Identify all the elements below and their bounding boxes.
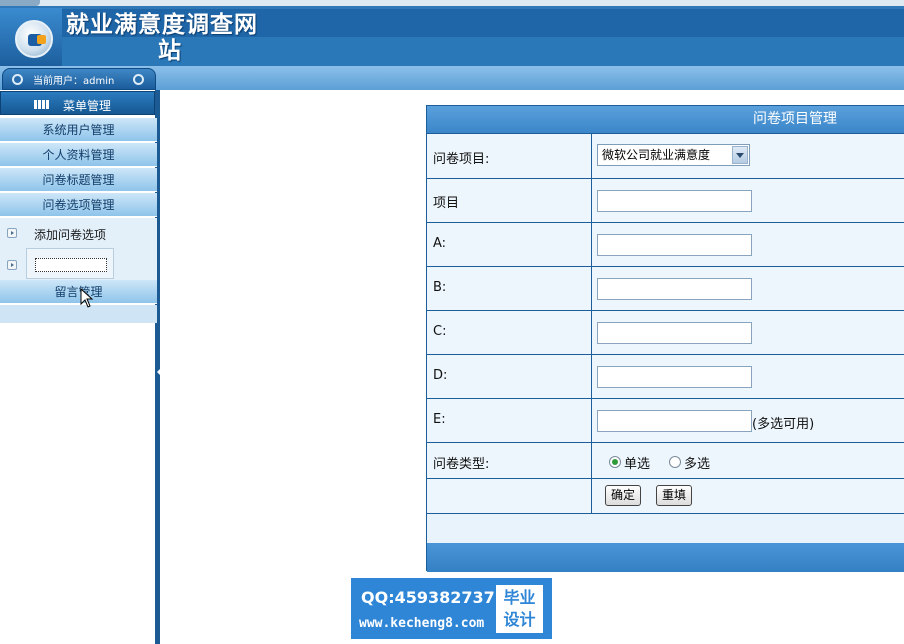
option-b-label: B: xyxy=(433,280,447,295)
row-option-d: D: xyxy=(427,354,904,398)
multi-choice-radio[interactable] xyxy=(669,456,681,468)
sidebar-item-messages[interactable]: 留言管理 xyxy=(0,280,157,304)
grid-icon xyxy=(34,100,49,109)
add-questionnaire-option-link[interactable]: 添加问卷选项 xyxy=(34,226,106,243)
option-e-input[interactable] xyxy=(597,410,752,432)
questionnaire-label: 问卷项目: xyxy=(433,152,490,167)
confirm-button[interactable]: 确定 xyxy=(605,485,642,506)
row-questionnaire: 问卷项目: 微软公司就业满意度 xyxy=(427,133,904,178)
row-option-c: C: xyxy=(427,310,904,354)
single-choice-label[interactable]: 单选 xyxy=(624,453,650,472)
multi-choice-label[interactable]: 多选 xyxy=(684,453,710,472)
column-divider xyxy=(591,479,592,513)
row-option-a: A: xyxy=(427,222,904,266)
single-choice-radio[interactable] xyxy=(609,456,621,468)
logo-block xyxy=(0,8,62,66)
column-divider xyxy=(591,267,592,310)
questionnaire-type-label: 问卷类型: xyxy=(433,457,490,472)
current-user-tab: 当前用户：admin xyxy=(2,68,156,90)
site-title-line1: 就业满意度调查网 xyxy=(66,11,258,38)
option-a-label: A: xyxy=(433,236,447,251)
submenu-questionnaire-options: 添加问卷选项 xyxy=(0,218,157,281)
menu-header[interactable]: 菜单管理 xyxy=(0,91,155,115)
row-option-e: E: (多选可用) xyxy=(427,398,904,442)
questionnaire-select[interactable]: 微软公司就业满意度 xyxy=(597,144,750,166)
ring-icon xyxy=(12,74,23,85)
panel-title: 问卷项目管理 xyxy=(753,111,837,127)
option-e-note: (多选可用) xyxy=(752,417,815,432)
watermark-badge: 毕业 设计 xyxy=(496,585,543,633)
watermark-badge-line2: 设计 xyxy=(503,610,536,629)
option-c-input[interactable] xyxy=(597,322,752,344)
sidebar-item-system-users[interactable]: 系统用户管理 xyxy=(0,118,157,142)
option-c-label: C: xyxy=(433,324,447,339)
sidebar-item-questionnaire-options[interactable]: 问卷选项管理 xyxy=(0,193,157,217)
row-actions: 确定 重填 xyxy=(427,478,904,514)
row-option-b: B: xyxy=(427,266,904,310)
watermark-qq: QQ:459382737 xyxy=(361,588,495,607)
column-divider xyxy=(591,311,592,354)
row-item: 项目 xyxy=(427,178,904,222)
sidebar-footer xyxy=(0,305,157,323)
reset-button[interactable]: 重填 xyxy=(656,485,693,506)
sidebar-item-profile[interactable]: 个人资料管理 xyxy=(0,143,157,167)
site-header: 就业满意度调查网 站 xyxy=(0,0,904,66)
item-label: 项目 xyxy=(433,196,460,211)
chevron-down-icon[interactable] xyxy=(732,146,748,164)
column-divider xyxy=(591,443,592,478)
expand-arrow-icon xyxy=(7,260,17,270)
column-divider xyxy=(591,134,592,178)
watermark-url: www.kecheng8.com xyxy=(359,616,485,631)
focused-link-outline[interactable] xyxy=(35,258,107,272)
mouse-cursor-icon xyxy=(80,288,94,308)
header-corner-tab xyxy=(0,0,40,6)
panel-footer-bar xyxy=(427,543,904,572)
menu-header-label: 菜单管理 xyxy=(63,99,112,113)
sidebar-item-questionnaire-titles[interactable]: 问卷标题管理 xyxy=(0,168,157,192)
row-questionnaire-type: 问卷类型: 单选 多选 xyxy=(427,442,904,478)
option-b-input[interactable] xyxy=(597,278,752,300)
option-a-input[interactable] xyxy=(597,234,752,256)
ring-icon xyxy=(133,74,144,85)
site-title: 就业满意度调查网 站 xyxy=(66,12,286,64)
questionnaire-item-panel: 问卷项目管理 问卷项目: 微软公司就业满意度 项目 A: B: C: D: E: xyxy=(426,105,904,572)
questionnaire-select-value: 微软公司就业满意度 xyxy=(602,148,711,162)
header-top-strip xyxy=(0,0,904,6)
watermark-banner: QQ:459382737 www.kecheng8.com 毕业 设计 xyxy=(351,578,552,639)
column-divider xyxy=(591,355,592,398)
site-title-line2: 站 xyxy=(158,37,182,64)
logo-dot xyxy=(37,35,46,44)
option-d-input[interactable] xyxy=(597,366,752,388)
option-e-label: E: xyxy=(433,412,446,427)
logo-icon xyxy=(15,20,53,58)
column-divider xyxy=(591,399,592,442)
column-divider xyxy=(591,179,592,222)
panel-title-bar: 问卷项目管理 xyxy=(427,106,904,133)
option-d-label: D: xyxy=(433,368,448,383)
submenu-item-box[interactable] xyxy=(26,248,114,279)
collapse-arrow-icon[interactable] xyxy=(157,367,162,377)
expand-arrow-icon xyxy=(7,228,17,238)
item-input[interactable] xyxy=(597,190,752,212)
current-user-label: 当前用户：admin xyxy=(33,76,115,87)
column-divider xyxy=(591,223,592,266)
watermark-badge-line1: 毕业 xyxy=(503,588,536,607)
